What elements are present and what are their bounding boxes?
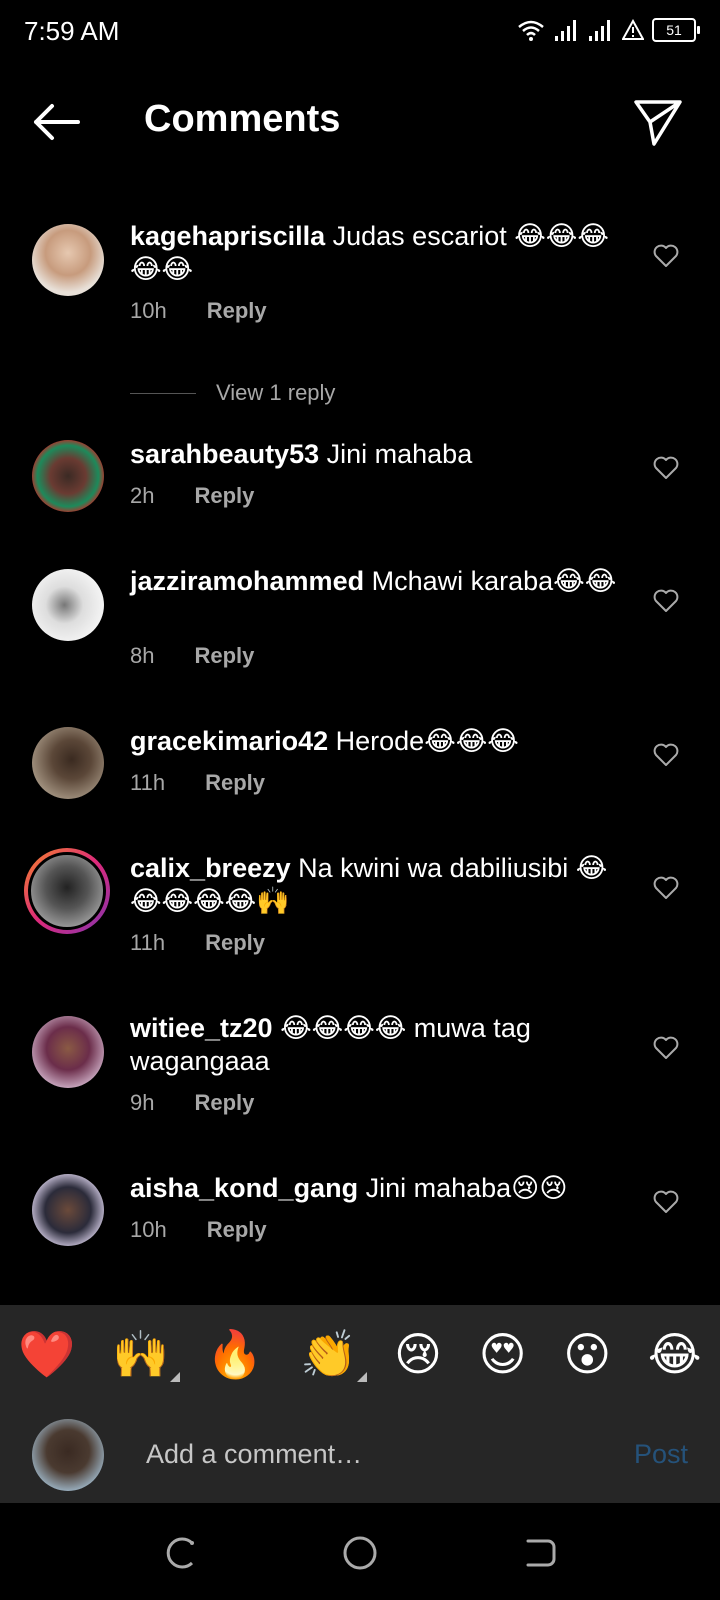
status-time: 7:59 AM xyxy=(24,16,120,46)
comment-list[interactable]: kagehapriscilla Judas escariot 😂😂😂😂😂 10h… xyxy=(0,200,720,1305)
comment-text: kagehapriscilla Judas escariot 😂😂😂😂😂 xyxy=(130,220,625,286)
back-icon[interactable] xyxy=(520,1533,560,1573)
comment-time: 9h xyxy=(130,1090,155,1115)
send-icon[interactable] xyxy=(632,96,684,148)
skin-tone-indicator xyxy=(169,1371,180,1382)
comment-item: sarahbeauty53 Jini mahaba 2h Reply xyxy=(0,438,720,538)
reply-button[interactable]: Reply xyxy=(194,643,254,669)
emoji-reaction-bar: ❤️ 🙌 🔥 👏 😢 😍 😮 😂 xyxy=(0,1305,720,1403)
reply-button[interactable]: Reply xyxy=(207,1217,267,1243)
comment-text: gracekimario42 Herode😂😂😂 xyxy=(130,725,625,758)
comment-item: calix_breezy Na kwini wa dabiliusibi 😂😂😂… xyxy=(0,848,720,982)
comment-username[interactable]: aisha_kond_gang xyxy=(130,1173,358,1203)
comment-username[interactable]: witiee_tz20 xyxy=(130,1013,273,1043)
reply-button[interactable]: Reply xyxy=(205,770,265,796)
status-bar: 7:59 AM 51 xyxy=(0,0,720,66)
comment-meta: 2h Reply xyxy=(130,483,254,509)
heart-icon[interactable] xyxy=(652,1034,680,1062)
header: Comments xyxy=(0,80,720,160)
emoji-fire[interactable]: 🔥 xyxy=(206,1327,263,1382)
heart-icon[interactable] xyxy=(652,587,680,615)
comment-username[interactable]: calix_breezy xyxy=(130,853,291,883)
post-button[interactable]: Post xyxy=(634,1439,688,1470)
comment-meta: 11h Reply xyxy=(130,930,265,956)
reply-button[interactable]: Reply xyxy=(194,1090,254,1116)
emoji-glyph: 👏 xyxy=(300,1327,358,1380)
home-icon[interactable] xyxy=(340,1533,380,1573)
comment-text: sarahbeauty53 Jini mahaba xyxy=(130,438,625,471)
emoji-clapping[interactable]: 👏 xyxy=(300,1327,368,1382)
comment-username[interactable]: sarahbeauty53 xyxy=(130,439,319,469)
current-user-avatar xyxy=(32,1419,104,1491)
heart-icon[interactable] xyxy=(652,242,680,270)
comment-item: gracekimario42 Herode😂😂😂 11h Reply xyxy=(0,725,720,825)
avatar[interactable] xyxy=(32,727,104,799)
system-nav-bar xyxy=(0,1503,720,1600)
comment-text: jazziramohammed Mchawi karaba😂😂 xyxy=(130,565,625,598)
comment-text: aisha_kond_gang Jini mahaba😢😢 xyxy=(130,1172,625,1205)
signal-icon-2 xyxy=(589,20,610,41)
comment-body: Jini mahaba😢😢 xyxy=(365,1173,568,1203)
emoji-heart[interactable]: ❤️ xyxy=(18,1327,75,1382)
emoji-heart-eyes[interactable]: 😍 xyxy=(479,1327,527,1381)
comment-username[interactable]: jazziramohammed xyxy=(130,566,364,596)
emoji-glyph: 🙌 xyxy=(112,1327,170,1380)
view-replies-button[interactable]: View 1 reply xyxy=(130,380,335,406)
back-arrow-icon[interactable] xyxy=(28,100,84,144)
comment-time: 11h xyxy=(130,770,166,795)
comment-item: aisha_kond_gang Jini mahaba😢😢 10h Reply xyxy=(0,1172,720,1272)
comment-body: Jini mahaba xyxy=(326,439,473,469)
emoji-laughing[interactable]: 😂 xyxy=(648,1327,702,1381)
view-replies-label: View 1 reply xyxy=(216,380,336,405)
avatar xyxy=(28,852,106,930)
recent-apps-icon[interactable] xyxy=(160,1533,200,1573)
comment-item: kagehapriscilla Judas escariot 😂😂😂😂😂 10h… xyxy=(0,220,720,420)
page-title: Comments xyxy=(144,98,341,140)
comment-meta: 11h Reply xyxy=(130,770,265,796)
divider-line xyxy=(130,392,196,394)
signal-icon xyxy=(555,20,576,41)
comment-composer: Post xyxy=(0,1403,720,1503)
heart-icon[interactable] xyxy=(652,454,680,482)
comment-username[interactable]: gracekimario42 xyxy=(130,726,328,756)
heart-icon[interactable] xyxy=(652,1188,680,1216)
avatar[interactable] xyxy=(32,224,104,296)
avatar[interactable] xyxy=(32,440,104,512)
comment-time: 10h xyxy=(130,1217,167,1242)
comment-text: witiee_tz20 😂😂😂😂 muwa tag wagangaaa xyxy=(130,1012,625,1078)
comment-meta: 8h Reply xyxy=(130,643,254,669)
reply-button[interactable]: Reply xyxy=(207,298,267,324)
comment-item: jazziramohammed Mchawi karaba😂😂 8h Reply xyxy=(0,565,720,695)
emoji-raised-hands[interactable]: 🙌 xyxy=(112,1327,180,1382)
comment-time: 2h xyxy=(130,483,155,508)
comment-item: witiee_tz20 😂😂😂😂 muwa tag wagangaaa 9h R… xyxy=(0,1012,720,1142)
comment-time: 11h xyxy=(130,930,166,955)
comment-username[interactable]: kagehapriscilla xyxy=(130,221,325,251)
comment-time: 8h xyxy=(130,643,155,668)
emoji-surprised[interactable]: 😮 xyxy=(563,1327,611,1381)
status-icons: 51 xyxy=(516,18,700,42)
comment-input[interactable] xyxy=(144,1431,608,1477)
reply-button[interactable]: Reply xyxy=(194,483,254,509)
battery-icon: 51 xyxy=(652,18,700,42)
comment-time: 10h xyxy=(130,298,167,323)
avatar[interactable] xyxy=(32,569,104,641)
heart-icon[interactable] xyxy=(652,874,680,902)
reply-button[interactable]: Reply xyxy=(205,930,265,956)
avatar[interactable] xyxy=(32,1016,104,1088)
comment-body: Mchawi karaba😂😂 xyxy=(371,566,617,596)
avatar[interactable] xyxy=(32,1174,104,1246)
wifi-icon xyxy=(518,20,544,41)
heart-icon[interactable] xyxy=(652,741,680,769)
avatar-story-ring[interactable] xyxy=(24,848,110,934)
comment-meta: 9h Reply xyxy=(130,1090,254,1116)
comment-body: Herode😂😂😂 xyxy=(335,726,519,756)
comment-meta: 10h Reply xyxy=(130,1217,267,1243)
skin-tone-indicator xyxy=(357,1371,368,1382)
emoji-crying[interactable]: 😢 xyxy=(394,1327,442,1381)
comment-meta: 10h Reply xyxy=(130,298,267,324)
alert-icon xyxy=(622,19,644,40)
comment-text: calix_breezy Na kwini wa dabiliusibi 😂😂😂… xyxy=(130,852,625,918)
